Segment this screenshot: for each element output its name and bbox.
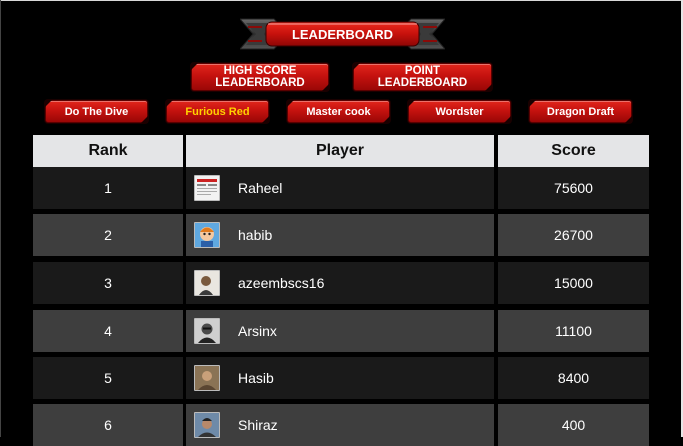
score-cell: 26700 — [498, 214, 649, 256]
game-tab-do-the-dive[interactable]: Do The Dive — [45, 100, 148, 123]
photo-avatar — [194, 365, 220, 391]
table-row: 5 Hasib 8400 — [33, 357, 649, 399]
player-cell: Raheel — [186, 167, 494, 209]
table-row: 2 habib 26700 — [33, 214, 649, 256]
rank-cell: 3 — [33, 262, 183, 304]
point-label-line1: POINT — [404, 65, 441, 77]
photo-avatar — [194, 270, 220, 296]
player-name: Shiraz — [238, 417, 278, 433]
top-border — [0, 0, 683, 1]
game-tab-furious-red[interactable]: Furious Red — [166, 100, 269, 123]
game-tab-master-cook[interactable]: Master cook — [287, 100, 390, 123]
player-name: Raheel — [238, 180, 283, 196]
table-row: 6 Shiraz 400 — [33, 404, 649, 446]
rank-cell: 2 — [33, 214, 183, 256]
player-cell: Hasib — [186, 357, 494, 399]
rank-cell: 5 — [33, 357, 183, 399]
player-name: Hasib — [238, 370, 274, 386]
score-cell: 15000 — [498, 262, 649, 304]
high-score-label-line1: HIGH SCORE — [223, 65, 297, 77]
leaderboard-banner: LEADERBOARD — [240, 17, 445, 51]
point-leaderboard-button[interactable]: POINT LEADERBOARD — [353, 63, 492, 91]
cartoon-avatar — [194, 222, 220, 248]
photo-avatar — [194, 412, 220, 438]
table-row: 3 azeembscs16 15000 — [33, 262, 649, 304]
score-cell: 75600 — [498, 167, 649, 209]
game-tab-dragon-draft[interactable]: Dragon Draft — [529, 100, 632, 123]
rank-cell: 6 — [33, 404, 183, 446]
table-row: 4 Arsinx 11100 — [33, 310, 649, 352]
high-score-leaderboard-button[interactable]: HIGH SCORE LEADERBOARD — [191, 63, 329, 91]
player-cell: Shiraz — [186, 404, 494, 446]
game-tab-wordster[interactable]: Wordster — [408, 100, 511, 123]
point-label-line2: LEADERBOARD — [377, 77, 468, 89]
column-header-score: Score — [498, 135, 649, 167]
player-name: Arsinx — [238, 323, 277, 339]
column-header-rank: Rank — [33, 135, 183, 167]
rank-cell: 1 — [33, 167, 183, 209]
table-row: 1 Raheel 75600 — [33, 167, 649, 209]
rank-cell: 4 — [33, 310, 183, 352]
player-cell: Arsinx — [186, 310, 494, 352]
player-cell: azeembscs16 — [186, 262, 494, 304]
newspaper-avatar — [194, 175, 220, 201]
high-score-label-line2: LEADERBOARD — [215, 77, 305, 89]
bw-photo-avatar — [194, 318, 220, 344]
player-name: azeembscs16 — [238, 275, 325, 291]
score-cell: 8400 — [498, 357, 649, 399]
page-title: LEADERBOARD — [291, 26, 394, 42]
left-border — [0, 0, 1, 437]
player-name: habib — [238, 227, 273, 243]
player-cell: habib — [186, 214, 494, 256]
column-header-player: Player — [186, 135, 494, 167]
score-cell: 400 — [498, 404, 649, 446]
score-cell: 11100 — [498, 310, 649, 352]
